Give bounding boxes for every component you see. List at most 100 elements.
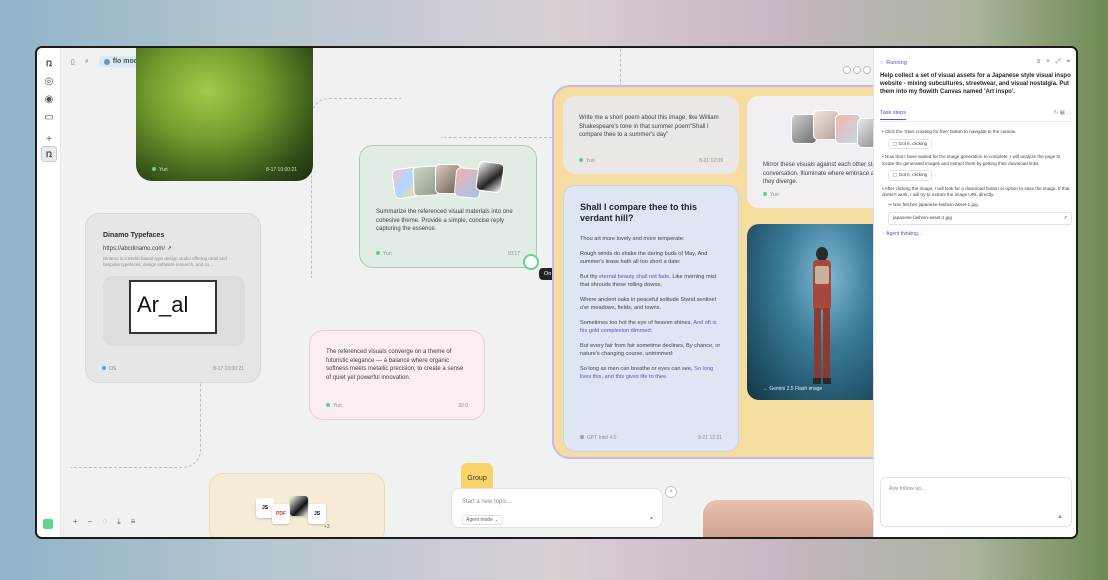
poem-stanza: But every fair from fair sometime declin…: [580, 343, 721, 357]
card-url[interactable]: https://abcdinamo.com/ ↗: [103, 245, 172, 252]
image-file-icon: [290, 496, 308, 516]
step-action[interactable]: ▢ Got it, clicking: [888, 138, 933, 149]
model-dot: [580, 435, 584, 439]
status-text: Running: [886, 60, 907, 66]
card-author: Yuri: [159, 167, 168, 173]
author-dot: [579, 158, 583, 162]
poem-text: Sometimes too hot the eye of heaven shin…: [580, 320, 694, 326]
menu-icon[interactable]: ≡: [131, 517, 136, 527]
summarize-prompt-card[interactable]: Summarize the referenced visual material…: [359, 145, 537, 268]
topic-placeholder: Start a new topic...: [462, 499, 512, 505]
grid-icon[interactable]: ▦: [1060, 110, 1065, 116]
poem-stanza: Where ancient oaks in peaceful solitude …: [580, 297, 716, 311]
card-author: Yuri: [383, 251, 392, 257]
theme-response-card[interactable]: The referenced visuals converge on a the…: [309, 330, 485, 420]
canvas-tab-active[interactable]: ռ: [41, 146, 57, 162]
poem-prompt-card[interactable]: Write me a short poem about this image, …: [563, 96, 739, 174]
close-icon[interactable]: ×: [665, 486, 677, 498]
poem-title: Shall I compare thee to this verdant hil…: [580, 202, 698, 223]
step-action[interactable]: ▢ Got it, clicking: [888, 170, 933, 181]
open-external-icon[interactable]: ↗: [1063, 215, 1067, 222]
pdf-file-icon: PDF: [272, 504, 290, 524]
flo-mode-icon: [103, 58, 110, 65]
partial-image-card[interactable]: [703, 500, 873, 537]
panel-tabs: Task steps ↻ ▦ …: [880, 110, 1072, 122]
card-description: Dinamo is a Berlin-based type design stu…: [103, 256, 227, 267]
card-time: 10:17: [507, 251, 520, 257]
search-icon[interactable]: ⌕: [85, 58, 89, 66]
agent-thinking: ◌ Agent thinking...: [882, 231, 1072, 238]
folder-icon[interactable]: ▭: [41, 110, 57, 126]
step-text: Now that I have waited for the image gen…: [882, 154, 1061, 166]
preview-image: Ar_al: [103, 276, 245, 346]
refresh-icon[interactable]: ↻: [1054, 110, 1059, 116]
canvas-toolbar: + − ◌ ⤓ ≡: [73, 517, 135, 527]
tab-task-steps[interactable]: Task steps: [880, 110, 906, 120]
file-attachment[interactable]: japanese-fashion-asset-1.jpg ↗: [888, 212, 1072, 225]
agent-mode-select[interactable]: Agent mode ⌄: [462, 515, 503, 525]
card-text: Write me a short poem about this image, …: [579, 115, 719, 138]
view-dot[interactable]: [863, 66, 871, 74]
more-icon[interactable]: …: [1067, 110, 1073, 116]
view-dot[interactable]: [843, 66, 851, 74]
view-controls: [843, 66, 871, 74]
mirror-prompt-card[interactable]: Mirror these visuals against each other …: [747, 96, 873, 208]
view-dot[interactable]: [853, 66, 861, 74]
generated-image-card[interactable]: ← Gemini 2.5 Flash image: [747, 224, 873, 400]
globe-icon[interactable]: ◎: [41, 74, 57, 90]
canvas[interactable]: ▯ ⌕ flo mode ‹ Yuri 8-17 10:00:21 Dinamo…: [61, 48, 873, 537]
app-logo[interactable]: ռ: [41, 56, 57, 72]
send-icon[interactable]: ▲: [649, 515, 654, 521]
card-meta: Yuri 8-21 12:09: [579, 158, 723, 164]
download-icon[interactable]: ⤓: [117, 517, 121, 527]
app-window: ռ ◎ ◉ ▭ + ռ ▯ ⌕ flo mode ‹ Yuri 8-17 10:…: [35, 46, 1078, 539]
lightbulb-icon[interactable]: ◌: [102, 517, 107, 527]
task-step: • After clicking the image, I will look …: [882, 186, 1072, 225]
author-dot: [763, 192, 767, 196]
pin-icon[interactable]: ⌖: [1067, 59, 1070, 66]
card-time: 8-17 10:00:21: [213, 366, 244, 372]
layers-icon[interactable]: ◉: [41, 92, 57, 108]
tab-actions: ↻ ▦ …: [1054, 110, 1072, 116]
card-meta: GPT Intel 4.0 8-21 12:31: [580, 435, 722, 441]
poem-response-card[interactable]: Shall I compare thee to this verdant hil…: [563, 185, 739, 452]
new-topic-input[interactable]: Start a new topic... Agent mode ⌄ ▲: [451, 488, 663, 528]
follow-up-input[interactable]: Ask follow up... ▲: [880, 477, 1072, 527]
user-avatar[interactable]: [43, 519, 53, 529]
step-text: Click the 'Start creating for free' butt…: [884, 129, 1017, 134]
poem-body: Thou art more lovely and more temperate:…: [580, 235, 724, 388]
card-meta: Yuri 10:17: [376, 251, 520, 257]
reference-thumbnails: [391, 160, 505, 202]
poem-highlight: eternal beauty shall not fade: [598, 274, 670, 280]
dinamo-link-card[interactable]: Dinamo Typefaces https://abcdinamo.com/ …: [85, 213, 261, 383]
card-model: GPT Intel 4.0: [587, 435, 617, 441]
panel-list-icon[interactable]: ≡: [1037, 59, 1041, 66]
author-dot: [326, 403, 330, 407]
file-name: japanese-fashion-asset-1.jpg: [893, 215, 952, 220]
send-icon[interactable]: ▲: [1057, 514, 1063, 520]
card-title: Dinamo Typefaces: [103, 232, 165, 239]
card-url-text: https://abcdinamo.com/: [103, 246, 166, 252]
expand-icon[interactable]: ⤢: [1056, 59, 1061, 66]
doc-icon: ▢: [893, 140, 898, 146]
sidebar-toggle-icon[interactable]: ▯: [71, 58, 75, 66]
zoom-in-icon[interactable]: +: [73, 517, 78, 527]
card-text: The referenced visuals converge on a the…: [326, 349, 464, 381]
author-dot: [376, 251, 380, 255]
card-author: Yuri: [333, 403, 342, 409]
card-author: Yuri: [586, 158, 595, 164]
zoom-out-icon[interactable]: −: [88, 517, 93, 527]
thumbnail: [475, 160, 505, 194]
thinking-icon: ◌: [882, 230, 885, 237]
author-dot: [102, 366, 106, 370]
doc-icon: ▢: [893, 172, 898, 177]
group-container[interactable]: Write me a short poem about this image, …: [552, 85, 873, 459]
poem-stanza: But thy eternal beauty shall not fade, L…: [580, 273, 724, 289]
reference-thumbnails: [791, 110, 873, 150]
panel-add-icon[interactable]: +: [1046, 59, 1050, 66]
js-file-icon: JS: [308, 504, 326, 524]
card-time: 8-17 10:00:21: [266, 167, 297, 173]
files-card[interactable]: JS PDF JS +3: [209, 473, 385, 537]
grass-image-card[interactable]: Yuri 8-17 10:00:21: [136, 48, 313, 181]
card-meta: Yuri 30:0: [326, 403, 468, 409]
